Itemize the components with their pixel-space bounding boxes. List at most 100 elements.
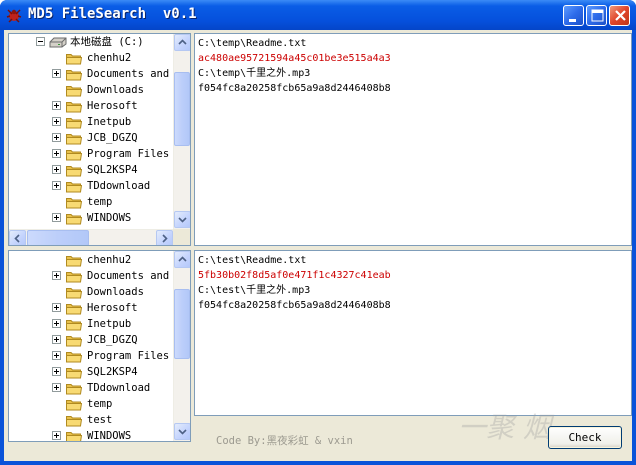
hard-drive-icon <box>49 37 67 48</box>
tree-item[interactable]: JCB_DGZQ <box>9 332 173 348</box>
expand-icon[interactable] <box>52 335 61 344</box>
tree-item-label: TDdownload <box>87 180 151 192</box>
tree-item-label: chenhu2 <box>87 52 132 64</box>
tree-item[interactable]: WINDOWS <box>9 210 173 226</box>
tree-item-label: JCB_DGZQ <box>87 132 138 144</box>
tree-item-label: WINDOWS <box>87 430 132 442</box>
tree-top-vscrollbar[interactable] <box>173 34 190 229</box>
tree-item[interactable]: Herosoft <box>9 98 173 114</box>
minimize-button[interactable] <box>563 5 584 26</box>
expand-icon[interactable] <box>52 69 61 78</box>
tree-item[interactable]: TDdownload <box>9 178 173 194</box>
expand-icon[interactable] <box>52 181 61 190</box>
tree-item-label: test <box>87 414 113 426</box>
minimize-icon <box>569 19 576 22</box>
tree-item-label: WINDOWS <box>87 212 132 224</box>
result-path: C:\test\Readme.txt <box>198 255 307 266</box>
tree-item[interactable]: Program Files <box>9 348 173 364</box>
folder-icon <box>66 336 82 347</box>
client-area: 本地磁盘 (C:) chenhu2 Documents and Downloads He… <box>4 30 632 461</box>
result-path: C:\test\千里之外.mp3 <box>198 285 311 296</box>
folder-tree-bottom[interactable]: chenhu2 Documents and Downloads Herosoft Ine… <box>8 250 191 442</box>
tree-item[interactable]: Inetpub <box>9 114 173 130</box>
expand-icon[interactable] <box>52 271 61 280</box>
folder-icon <box>66 70 82 81</box>
results-bottom[interactable]: C:\test\Readme.txt 5fb30b02f8d5af0e471f1c… <box>194 250 632 416</box>
tree-item[interactable]: 本地磁盘 (C:) <box>9 34 173 50</box>
maximize-button[interactable] <box>586 5 607 26</box>
expand-icon[interactable] <box>52 367 61 376</box>
tree-item[interactable]: Inetpub <box>9 316 173 332</box>
maximize-icon <box>591 9 604 22</box>
tree-item[interactable]: WINDOWS <box>9 428 173 442</box>
expand-icon[interactable] <box>52 213 61 222</box>
expand-icon[interactable] <box>52 319 61 328</box>
close-button[interactable] <box>609 5 630 26</box>
expand-icon[interactable] <box>52 431 61 440</box>
folder-tree-top[interactable]: 本地磁盘 (C:) chenhu2 Documents and Downloads He… <box>8 33 191 246</box>
expand-icon[interactable] <box>52 101 61 110</box>
scroll-down-button[interactable] <box>174 211 190 228</box>
main-window: MD5 FileSearch v0.1 本地磁盘 (C:) chenhu2 Docu… <box>0 0 636 465</box>
tree-item[interactable]: SQL2KSP4 <box>9 162 173 178</box>
folder-icon <box>66 198 82 209</box>
folder-icon <box>66 400 82 411</box>
results-top[interactable]: C:\temp\Readme.txt ac480ae95721594a45c01b… <box>194 33 632 246</box>
tree-item-label: Herosoft <box>87 302 138 314</box>
tree-item[interactable]: test <box>9 412 173 428</box>
tree-item-label: Inetpub <box>87 116 132 128</box>
scroll-right-button[interactable] <box>156 230 173 245</box>
tree-item[interactable]: Documents and <box>9 268 173 284</box>
tree-item[interactable]: Herosoft <box>9 300 173 316</box>
tree-item[interactable]: chenhu2 <box>9 50 173 66</box>
collapse-icon[interactable] <box>36 37 45 46</box>
close-icon <box>615 10 626 21</box>
credit-text: Code By:黑夜彩虹 & vxin <box>216 435 353 447</box>
tree-item-label: SQL2KSP4 <box>87 164 138 176</box>
folder-icon <box>66 368 82 379</box>
tree-item-label: Program Files <box>87 350 170 362</box>
tree-bottom-vscrollbar[interactable] <box>173 251 190 441</box>
chevron-down-icon <box>178 217 187 223</box>
tree-item[interactable]: chenhu2 <box>9 252 173 268</box>
chevron-up-icon <box>178 256 187 262</box>
scroll-thumb[interactable] <box>174 72 190 146</box>
tree-item[interactable]: Downloads <box>9 284 173 300</box>
tree-item[interactable]: TDdownload <box>9 380 173 396</box>
tree-item[interactable]: JCB_DGZQ <box>9 130 173 146</box>
title-bar[interactable]: MD5 FileSearch v0.1 <box>0 0 636 30</box>
tree-top-hscrollbar[interactable] <box>9 229 173 245</box>
scroll-thumb[interactable] <box>27 230 89 245</box>
scroll-thumb[interactable] <box>174 289 190 359</box>
scroll-left-button[interactable] <box>9 230 26 245</box>
tree-item-label: Documents and <box>87 68 170 80</box>
scroll-down-button[interactable] <box>174 423 190 440</box>
tree-item[interactable]: SQL2KSP4 <box>9 364 173 380</box>
result-path: C:\temp\千里之外.mp3 <box>198 68 311 79</box>
expand-icon[interactable] <box>52 383 61 392</box>
folder-icon <box>66 384 82 395</box>
app-icon <box>6 9 22 23</box>
expand-icon[interactable] <box>52 303 61 312</box>
expand-icon[interactable] <box>52 351 61 360</box>
check-button[interactable]: Check <box>548 426 622 449</box>
tree-item[interactable]: Documents and <box>9 66 173 82</box>
tree-item[interactable]: Program Files <box>9 146 173 162</box>
window-title: MD5 FileSearch v0.1 <box>28 6 197 22</box>
expand-icon[interactable] <box>52 117 61 126</box>
expand-icon[interactable] <box>52 149 61 158</box>
folder-icon <box>66 150 82 161</box>
scroll-up-button[interactable] <box>174 34 190 51</box>
tree-item[interactable]: temp <box>9 396 173 412</box>
result-path: C:\temp\Readme.txt <box>198 38 307 49</box>
tree-item[interactable]: temp <box>9 194 173 210</box>
tree-item[interactable]: Downloads <box>9 82 173 98</box>
folder-icon <box>66 182 82 193</box>
scroll-up-button[interactable] <box>174 251 190 268</box>
result-md5: 5fb30b02f8d5af0e471f1c4327c41eab <box>198 270 391 281</box>
folder-icon <box>66 214 82 225</box>
expand-icon[interactable] <box>52 133 61 142</box>
expand-icon[interactable] <box>52 165 61 174</box>
chevron-down-icon <box>178 429 187 435</box>
folder-icon <box>66 102 82 113</box>
